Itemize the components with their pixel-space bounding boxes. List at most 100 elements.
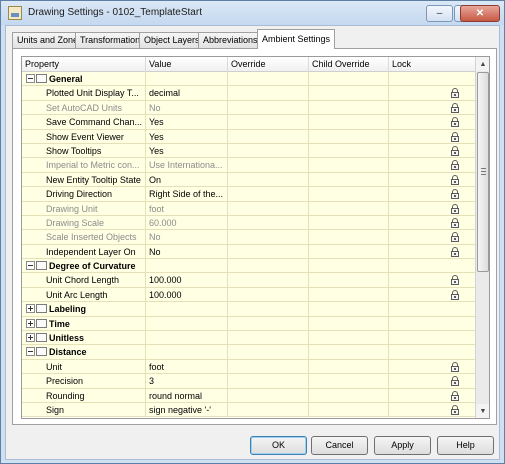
help-button[interactable]: Help [437, 436, 494, 455]
property-value-cell[interactable]: decimal [146, 86, 228, 101]
lock-icon[interactable] [451, 102, 459, 113]
lock-cell [389, 173, 475, 187]
scroll-up-button[interactable]: ▲ [476, 57, 489, 71]
tab-ambient-settings[interactable]: Ambient Settings [257, 29, 336, 49]
lock-icon[interactable] [451, 160, 459, 171]
grip-icon [481, 168, 486, 175]
column-header-lock[interactable]: Lock [389, 57, 475, 72]
property-row[interactable]: Drawing Scale 60.000 [22, 215, 475, 231]
property-row[interactable]: Unit foot [22, 359, 475, 375]
property-value-cell[interactable]: No [146, 230, 228, 245]
close-button[interactable]: ✕ [460, 5, 500, 22]
category-row[interactable]: Degree of Curvature [22, 259, 475, 274]
property-row[interactable]: Unit Chord Length 100.000 [22, 273, 475, 288]
scroll-thumb[interactable] [477, 72, 489, 272]
category-label: Unitless [49, 333, 85, 344]
property-row[interactable]: Plotted Unit Display T... decimal [22, 86, 475, 101]
vertical-scrollbar[interactable]: ▲ ▼ [475, 57, 489, 418]
collapse-icon[interactable] [26, 74, 35, 83]
category-row[interactable]: Time [22, 316, 475, 332]
property-value-cell[interactable]: Right Side of the... [146, 187, 228, 202]
category-row[interactable]: Labeling [22, 302, 475, 317]
cancel-button[interactable]: Cancel [311, 436, 368, 455]
property-value-cell[interactable]: sign negative '-' [146, 402, 228, 417]
property-row[interactable]: Rounding round normal [22, 388, 475, 403]
property-row[interactable]: Driving Direction Right Side of the... [22, 187, 475, 202]
lock-icon[interactable] [451, 376, 459, 387]
property-value-cell[interactable]: foot [146, 201, 228, 216]
property-row[interactable]: Imperial to Metric con... Use Internation… [22, 158, 475, 173]
minimize-button[interactable]: – [426, 5, 453, 22]
column-header-property[interactable]: Property [22, 57, 146, 72]
lock-icon[interactable] [451, 145, 459, 156]
lock-icon[interactable] [451, 174, 459, 185]
property-row[interactable]: Precision 3 [22, 374, 475, 389]
property-row[interactable]: Show Tooltips Yes [22, 143, 475, 159]
title-bar[interactable]: Drawing Settings - 0102_TemplateStart – … [1, 1, 504, 25]
property-row[interactable]: Unit Arc Length 100.000 [22, 287, 475, 303]
property-value-cell[interactable]: 3 [146, 374, 228, 389]
property-name-cell: Unit Arc Length [22, 287, 146, 302]
tab-object-layers[interactable]: Object Layers [139, 32, 205, 48]
property-row[interactable]: Independent Layer On No [22, 244, 475, 260]
lock-icon[interactable] [451, 246, 459, 257]
expand-icon[interactable] [26, 318, 35, 328]
category-row[interactable]: Distance [22, 345, 475, 360]
property-value-cell[interactable]: Yes [146, 143, 228, 158]
property-value-cell[interactable]: foot [146, 359, 228, 374]
lock-icon[interactable] [451, 275, 459, 286]
expand-icon[interactable] [26, 333, 35, 343]
property-value-cell[interactable]: No [146, 244, 228, 259]
lock-icon[interactable] [451, 289, 459, 300]
tab-transformation[interactable]: Transformation [75, 32, 146, 48]
property-row[interactable]: Show Event Viewer Yes [22, 129, 475, 144]
lock-icon[interactable] [451, 361, 459, 372]
category-row[interactable]: General [22, 72, 475, 87]
expand-icon[interactable] [26, 304, 35, 314]
property-name-cell: Imperial to Metric con... [22, 158, 146, 173]
property-label: Unit Chord Length [46, 275, 120, 286]
property-value-cell[interactable]: Yes [146, 115, 228, 130]
lock-icon[interactable] [451, 203, 459, 214]
property-row[interactable]: New Entity Tooltip State On [22, 172, 475, 188]
apply-button[interactable]: Apply [374, 436, 431, 455]
child-override-cell [309, 230, 389, 245]
child-override-cell [309, 158, 389, 173]
property-value-cell[interactable]: 100.000 [146, 273, 228, 288]
property-value-cell[interactable]: round normal [146, 388, 228, 403]
property-row[interactable]: Scale Inserted Objects No [22, 230, 475, 245]
lock-icon[interactable] [451, 390, 459, 401]
collapse-icon[interactable] [26, 261, 35, 271]
property-value-cell[interactable]: 60.000 [146, 215, 228, 230]
column-header-value[interactable]: Value [146, 57, 228, 72]
tab-units-and-zone[interactable]: Units and Zone [12, 32, 84, 48]
property-value-cell[interactable]: On [146, 172, 228, 187]
property-row[interactable]: Save Command Chan... Yes [22, 115, 475, 130]
lock-icon[interactable] [451, 117, 459, 128]
lock-icon[interactable] [451, 131, 459, 142]
property-row[interactable]: Set AutoCAD Units No [22, 100, 475, 116]
category-row[interactable]: Unitless [22, 331, 475, 346]
property-row[interactable]: Drawing Unit foot [22, 201, 475, 216]
column-header-child-override[interactable]: Child Override [309, 57, 389, 72]
child-override-cell [309, 273, 389, 288]
lock-icon[interactable] [451, 217, 459, 228]
lock-icon[interactable] [451, 232, 459, 243]
property-value-cell[interactable]: No [146, 100, 228, 115]
ok-button[interactable]: OK [250, 436, 307, 455]
category-label: Degree of Curvature [49, 261, 136, 272]
lock-icon[interactable] [451, 189, 459, 200]
property-value-cell[interactable]: 100.000 [146, 287, 228, 302]
scroll-down-button[interactable]: ▼ [476, 404, 489, 418]
column-header-override[interactable]: Override [228, 57, 309, 72]
child-override-cell [309, 331, 389, 346]
collapse-icon[interactable] [26, 347, 35, 357]
tab-abbreviations[interactable]: Abbreviations [198, 32, 263, 48]
property-row[interactable]: Sign sign negative '-' [22, 402, 475, 418]
property-value-cell[interactable]: Use Internationa... [146, 158, 228, 173]
property-label: Precision [46, 376, 84, 387]
property-value-cell[interactable]: Yes [146, 129, 228, 144]
lock-icon[interactable] [451, 404, 459, 415]
property-label: Rounding [46, 390, 85, 401]
lock-icon[interactable] [451, 88, 459, 99]
